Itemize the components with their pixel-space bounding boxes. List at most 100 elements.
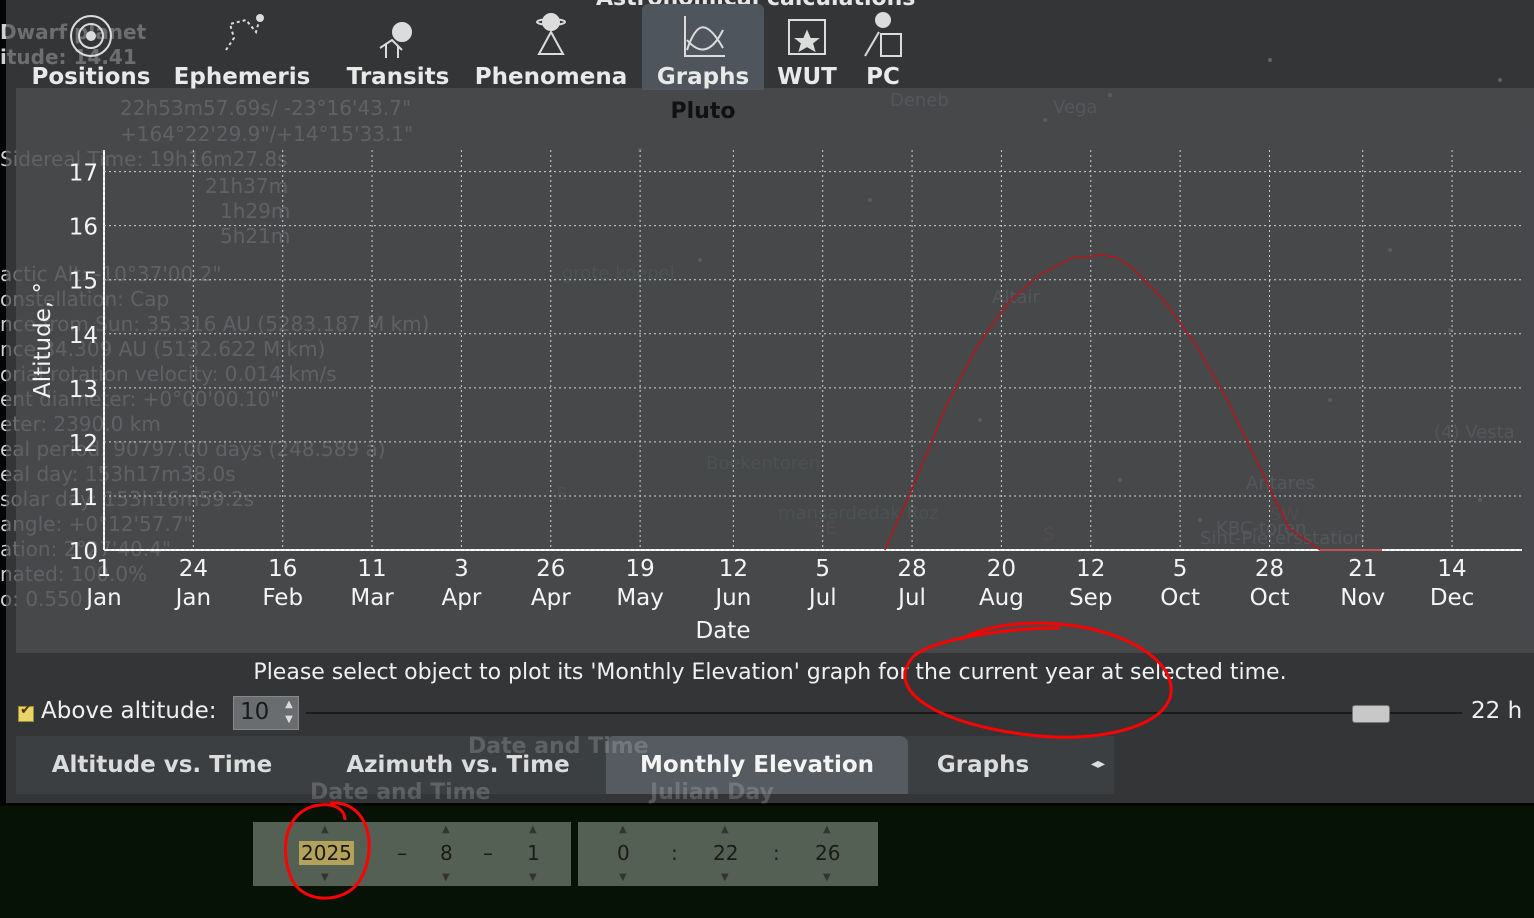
x-tick-month-label: Dec (1430, 585, 1475, 611)
hour-up-icon[interactable]: ▲ (619, 824, 627, 835)
y-tick-label: 15 (69, 269, 98, 295)
x-tick-day-label: 26 (536, 556, 565, 582)
monthly-elevation-chart: Pluto 10 11 12 13 14 15 16 17 1 Jan 24 Jan 16 Feb 11 Mar… (30, 99, 1522, 644)
ghost-date-time-label: Date and Time (310, 780, 491, 805)
x-tick-day-label: 16 (268, 556, 297, 582)
month-field[interactable]: 8 (440, 841, 453, 865)
minute-down-icon[interactable]: ▼ (721, 872, 729, 883)
tab-ephemeris[interactable]: Ephemeris (166, 4, 318, 90)
day-field[interactable]: 1 (527, 841, 540, 865)
y-tick-label: 17 (69, 161, 98, 187)
y-tick-label: 14 (69, 323, 98, 349)
tab-wut[interactable]: WUT (770, 4, 844, 90)
x-tick-day-label: 3 (454, 556, 469, 582)
graph-tab-altitude-vs-time[interactable]: Altitude vs. Time (16, 736, 308, 794)
tab-label: Ephemeris (173, 64, 311, 90)
second-field[interactable]: 26 (815, 841, 840, 865)
day-up-icon[interactable]: ▲ (529, 824, 537, 835)
ephemeris-icon (225, 14, 264, 51)
day-down-icon[interactable]: ▼ (529, 872, 537, 883)
y-tick-label: 12 (69, 431, 98, 457)
x-tick-month-label: Aug (979, 585, 1024, 611)
tab-positions[interactable]: Positions (16, 4, 166, 90)
transits-icon (379, 22, 412, 58)
time-slider-track[interactable] (306, 712, 1462, 714)
hour-down-icon[interactable]: ▼ (619, 872, 627, 883)
second-down-icon[interactable]: ▼ (823, 872, 831, 883)
x-tick-day-label: 20 (987, 556, 1016, 582)
phenomena-icon (536, 13, 566, 55)
spin-down-icon[interactable]: ▼ (282, 713, 296, 727)
x-tick-day-label: 12 (1076, 556, 1105, 582)
date-time-panel: ▲ 2025 ▼ – ▲ 8 ▼ – ▲ 1 ▼ ▲ 0 ▼ : ▲ 22 ▼ … (253, 804, 878, 886)
x-tick-day-label: 1 (97, 556, 112, 582)
minute-up-icon[interactable]: ▲ (721, 824, 729, 835)
x-tick-day-label: 14 (1437, 556, 1466, 582)
time-slider-label: 22 h (1471, 698, 1523, 724)
chart-title: Pluto (671, 99, 736, 124)
month-down-icon[interactable]: ▼ (442, 872, 450, 883)
y-tick-label: 11 (69, 485, 98, 511)
above-altitude-spinbox[interactable]: 10 ▲ ▼ (233, 696, 299, 730)
x-tick-month-label: Jun (713, 585, 751, 611)
x-tick-day-label: 19 (625, 556, 654, 582)
x-tick-month-label: Feb (262, 585, 303, 611)
month-up-icon[interactable]: ▲ (442, 824, 450, 835)
above-altitude-checkbox[interactable] (18, 702, 34, 722)
y-tick-label: 16 (69, 215, 98, 241)
above-altitude-value[interactable]: 10 (240, 699, 269, 725)
tab-phenomena[interactable]: Phenomena (466, 4, 636, 90)
tab-scroll-arrows-icon[interactable]: ◂▸ (1091, 756, 1105, 772)
x-tick-day-label: 5 (815, 556, 830, 582)
tab-label: WUT (777, 64, 837, 90)
y-tick-label: 13 (69, 377, 98, 403)
second-up-icon[interactable]: ▲ (823, 824, 831, 835)
year-down-icon[interactable]: ▼ (321, 872, 329, 883)
x-tick-day-label: 12 (719, 556, 748, 582)
tab-transits[interactable]: Transits (328, 4, 468, 90)
pc-icon (864, 12, 902, 57)
x-tick-month-label: Jul (807, 585, 837, 611)
minute-field[interactable]: 22 (713, 841, 738, 865)
above-altitude-label: Above altitude: (41, 698, 217, 724)
x-tick-month-label: Mar (350, 585, 394, 611)
top-tab-bar: Positions Ephemeris Transits Phenomena Graph… (6, 0, 1534, 90)
x-tick-day-label: 24 (179, 556, 208, 582)
x-tick-month-label: Nov (1340, 585, 1385, 611)
time-separator: : (773, 841, 780, 865)
x-tick-month-label: Apr (531, 585, 571, 611)
tab-label: Phenomena (474, 64, 628, 90)
astronomical-calculations-window: Astronomical calculations PositionsEphem… (6, 0, 1534, 803)
tab-pc[interactable]: PC (852, 4, 914, 90)
year-up-icon[interactable]: ▲ (321, 824, 329, 835)
x-tick-month-label: Sep (1069, 585, 1112, 611)
graph-tab-graphs[interactable]: Graphs (908, 736, 1058, 794)
date-separator: – (397, 841, 407, 865)
graph-panel: Pluto 10 11 12 13 14 15 16 17 1 Jan 24 Jan 16 Feb 11 Mar… (16, 88, 1534, 653)
x-tick-month-label: Jul (896, 585, 926, 611)
x-tick-day-label: 11 (357, 556, 386, 582)
tab-label: Positions (31, 64, 151, 90)
y-tick-label: 10 (69, 539, 98, 565)
x-tick-month-label: Jan (174, 585, 211, 611)
tab-label: Graphs (656, 64, 750, 90)
y-axis-label: Altitude, ° (30, 282, 56, 398)
x-tick-day-label: 28 (897, 556, 926, 582)
hint-text: Please select object to plot its 'Monthl… (253, 660, 1287, 685)
date-separator: – (483, 841, 493, 865)
year-field[interactable]: 2025 (299, 841, 354, 865)
tab-graphs[interactable]: Graphs (642, 4, 764, 90)
graphs-icon (684, 16, 725, 57)
x-tick-month-label: Oct (1250, 585, 1290, 611)
spin-up-icon[interactable]: ▲ (282, 698, 296, 712)
tab-label: Transits (346, 64, 450, 90)
x-tick-day-label: 5 (1173, 556, 1188, 582)
wut-icon (788, 19, 826, 55)
series-line (884, 254, 1383, 551)
x-tick-month-label: Jan (84, 585, 121, 611)
time-slider-handle[interactable] (1351, 705, 1390, 723)
hour-field[interactable]: 0 (617, 841, 630, 865)
ghost-julian-day-label: Julian Day (650, 780, 774, 805)
x-axis-label: Date (696, 618, 751, 644)
time-separator: : (671, 841, 678, 865)
